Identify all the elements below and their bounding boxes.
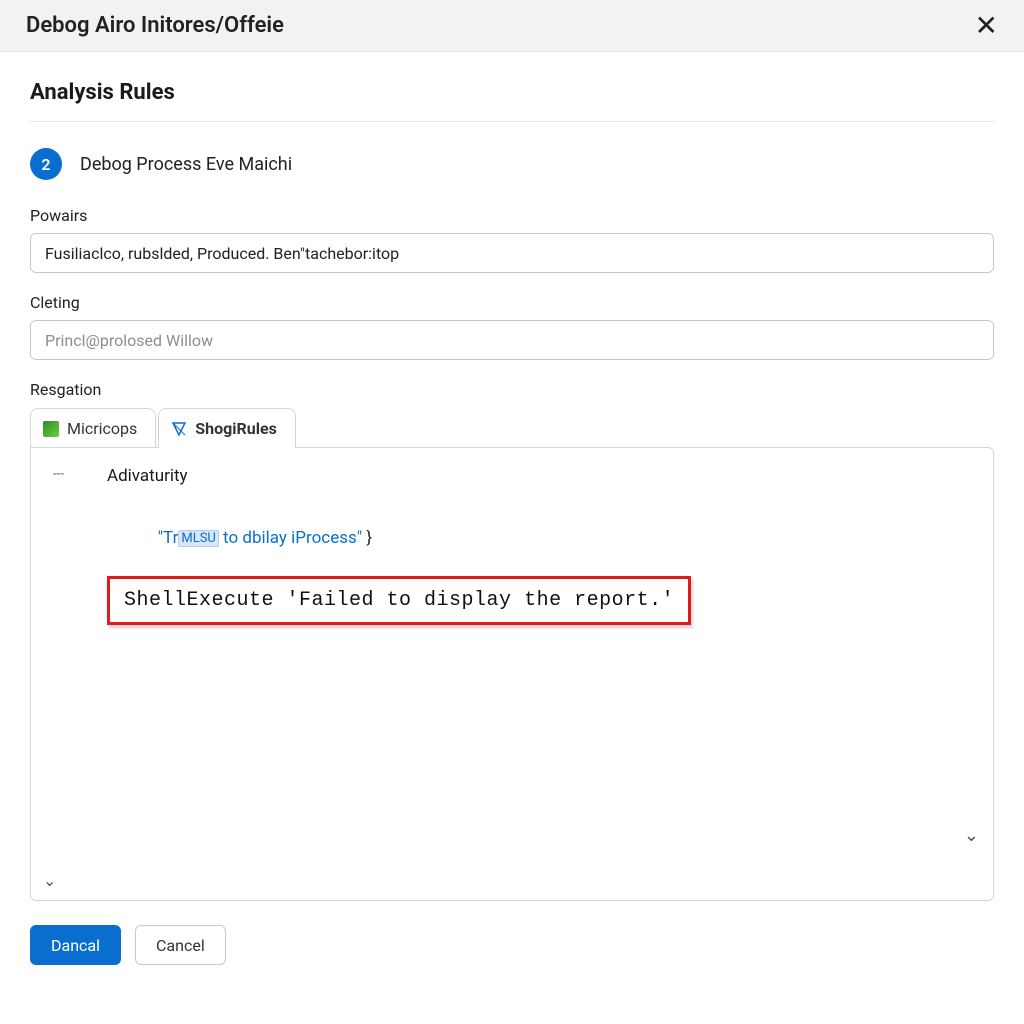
step-number-badge: 2	[30, 148, 62, 180]
close-icon[interactable]: ✕	[969, 8, 1004, 44]
outline-icon: ⎓	[53, 466, 64, 482]
code-string-fragment: "Tr	[158, 528, 179, 548]
document-icon	[43, 421, 59, 437]
tab-strip: Micricops ShogiRules	[30, 407, 994, 447]
code-string-fragment: to dbilay iProcess"	[219, 528, 362, 548]
step-indicator: 2 Debog Process Eve Maichi	[30, 148, 994, 180]
tab-label: Micricops	[67, 419, 137, 438]
powairs-label: Powairs	[30, 206, 994, 225]
cleting-input[interactable]	[30, 320, 994, 360]
tab-label: ShogiRules	[195, 419, 277, 438]
step-label: Debog Process Eve Maichi	[80, 154, 292, 175]
editor-panel: ⎓ Adivaturity "TrMLSU to dbilay iProcess…	[30, 447, 994, 901]
code-line-1: "TrMLSU to dbilay iProcess" }	[107, 508, 975, 568]
inline-token-badge: MLSU	[178, 530, 219, 547]
section-heading: Analysis Rules	[30, 80, 994, 122]
code-editor[interactable]: Adivaturity "TrMLSU to dbilay iProcess" …	[87, 448, 993, 900]
primary-button[interactable]: Dancal	[30, 925, 121, 965]
cleting-label: Cleting	[30, 293, 994, 312]
editor-heading: Adivaturity	[107, 466, 975, 486]
chevron-down-icon[interactable]: ⌄	[964, 825, 979, 846]
dialog-buttons: Dancal Cancel	[30, 901, 994, 965]
dialog-content: Analysis Rules 2 Debog Process Eve Maich…	[0, 52, 1024, 965]
code-text-fragment: }	[362, 528, 372, 548]
tab-micricops[interactable]: Micricops	[30, 408, 156, 448]
editor-gutter: ⎓	[31, 448, 87, 900]
titlebar: Debog Airo Initores/Offeie ✕	[0, 0, 1024, 52]
resgation-label: Resgation	[30, 380, 994, 399]
cancel-button[interactable]: Cancel	[135, 925, 226, 965]
powairs-input[interactable]	[30, 233, 994, 273]
tabs-container: Micricops ShogiRules ⎓ Adivaturity "TrML…	[30, 407, 994, 901]
highlighted-error-line: ShellExecute 'Failed to display the repo…	[107, 576, 691, 625]
rules-icon	[171, 421, 187, 437]
window-title: Debog Airo Initores/Offeie	[26, 13, 284, 38]
chevron-down-icon[interactable]: ⌄	[43, 871, 56, 890]
tab-shogirules[interactable]: ShogiRules	[158, 408, 296, 448]
